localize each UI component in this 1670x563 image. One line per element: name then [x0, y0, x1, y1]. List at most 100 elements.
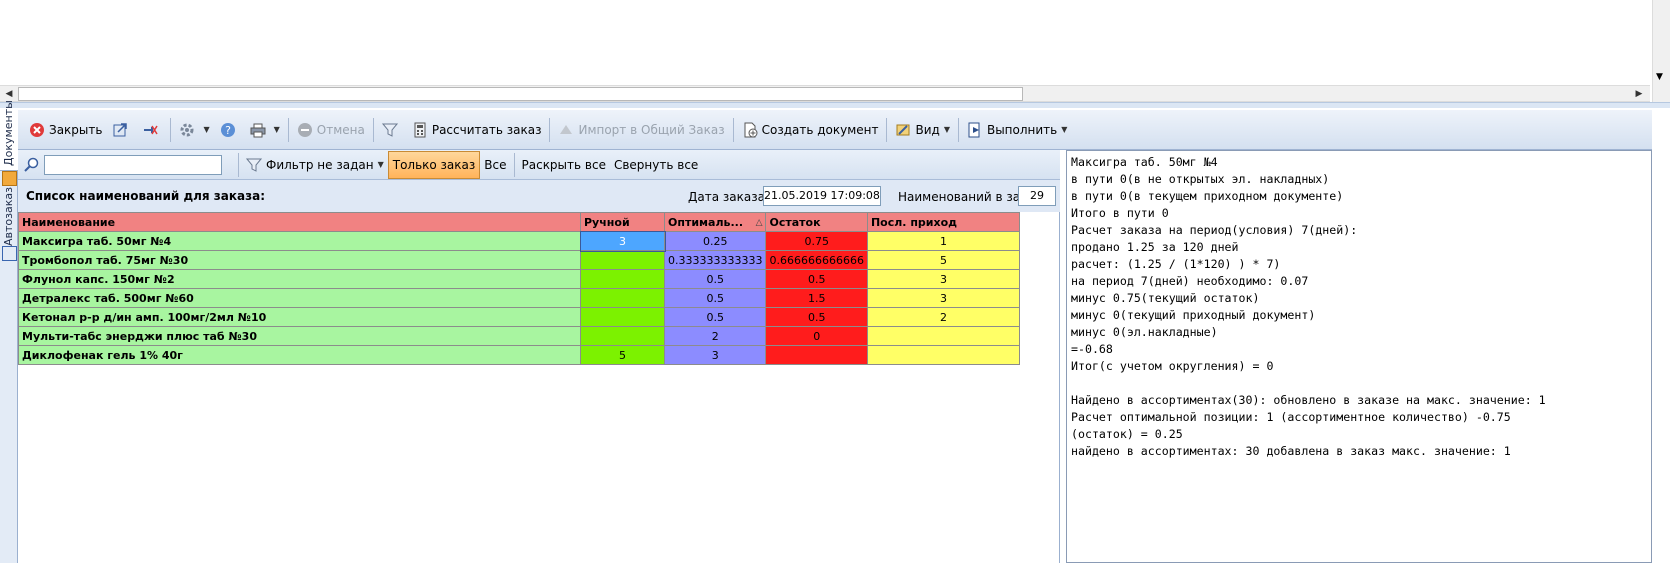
calculation-log-pane[interactable]: Максигра таб. 50мг №4 в пути 0(в не откр… — [1066, 150, 1652, 563]
scroll-down-icon[interactable]: ▼ — [1656, 72, 1663, 82]
order-table: Наименование Ручной Оптималь... △ Остаток… — [18, 212, 1020, 365]
cell-rest[interactable]: 1.5 — [765, 288, 868, 308]
log-line: Итого в пути 0 — [1071, 206, 1169, 220]
cell-manual[interactable]: 5 — [580, 345, 665, 365]
view-menu-button[interactable]: Вид ▼ — [890, 117, 954, 143]
cell-optimal[interactable]: 2 — [663, 326, 767, 346]
cell-manual[interactable] — [580, 250, 665, 270]
scroll-left-icon[interactable]: ◀ — [2, 88, 16, 100]
help-button[interactable]: ? — [215, 117, 245, 143]
filter-toggle-button[interactable] — [377, 117, 407, 143]
cell-rest[interactable]: 0 — [765, 326, 868, 346]
column-header-name[interactable]: Наименование — [18, 212, 581, 232]
cell-rest[interactable] — [765, 345, 868, 365]
table-row[interactable]: Диклофенак гель 1% 40г 5 3 — [18, 345, 1020, 365]
table-row[interactable]: Мульти-табс энерджи плюс таб №30 2 0 — [18, 326, 1020, 346]
svg-text:?: ? — [225, 124, 231, 137]
cell-last-arrival[interactable]: 5 — [866, 250, 1020, 270]
cell-last-arrival[interactable] — [866, 326, 1020, 346]
column-header-rest[interactable]: Остаток — [765, 212, 868, 232]
table-row[interactable]: Максигра таб. 50мг №4 3 0.25 0.75 1 — [18, 230, 1020, 252]
calculator-icon — [412, 122, 428, 138]
panel-splitter[interactable] — [0, 102, 1670, 108]
column-header-last-arrival[interactable]: Посл. приход — [866, 212, 1020, 232]
log-line: минус 0(текущий приходный документ) — [1071, 308, 1316, 322]
scrollbar-thumb[interactable] — [18, 87, 1023, 101]
unpin-button[interactable] — [137, 117, 167, 143]
items-count-field[interactable]: 29 — [1018, 186, 1056, 206]
cell-optimal[interactable]: 3 — [663, 345, 767, 365]
cell-manual[interactable] — [580, 269, 665, 289]
table-row[interactable]: Тромбопол таб. 75мг №30 0.333333333333 0… — [18, 250, 1020, 270]
top-vertical-scrollbar[interactable]: ▼ — [1652, 0, 1670, 102]
filter-bar: Фильтр не задан ▼ Только заказ Все Раскр… — [18, 150, 1060, 180]
side-tab-strip: Документы Автозаказ — [0, 100, 18, 563]
cell-manual[interactable] — [580, 326, 665, 346]
cell-optimal[interactable]: 0.5 — [663, 269, 767, 289]
cell-rest[interactable]: 0.5 — [765, 307, 868, 327]
collapse-all-button[interactable]: Свернуть все — [610, 151, 702, 179]
execute-menu-button[interactable]: Выполнить ▼ — [962, 117, 1072, 143]
search-icon — [24, 157, 40, 173]
toolbar-separator — [732, 117, 734, 142]
log-line: Расчет заказа на период(условия) 7(дней)… — [1071, 223, 1358, 237]
cell-optimal[interactable]: 0.5 — [663, 288, 767, 308]
settings-menu-button[interactable]: ▼ — [174, 117, 214, 143]
column-header-manual[interactable]: Ручной — [580, 212, 665, 232]
table-row[interactable]: Флунол капс. 150мг №2 0.5 0.5 3 — [18, 269, 1020, 289]
cell-rest[interactable]: 0.5 — [765, 269, 868, 289]
cell-optimal[interactable]: 0.25 — [663, 231, 767, 251]
toolbar-separator — [170, 117, 172, 142]
close-button[interactable]: Закрыть — [24, 117, 107, 143]
cell-name[interactable]: Детралекс таб. 500мг №60 — [18, 288, 581, 308]
calculate-order-button[interactable]: Рассчитать заказ — [407, 117, 547, 143]
cell-optimal[interactable]: 0.333333333333 — [663, 250, 767, 270]
cell-optimal[interactable]: 0.5 — [663, 307, 767, 327]
cell-last-arrival[interactable] — [866, 345, 1020, 365]
cell-last-arrival[interactable]: 3 — [866, 269, 1020, 289]
cell-rest[interactable]: 0.75 — [765, 231, 868, 251]
cell-last-arrival[interactable]: 1 — [866, 231, 1020, 251]
import-to-common-order-button[interactable]: Импорт в Общий Заказ — [553, 117, 729, 143]
cell-name[interactable]: Кетонал р-р д/ин амп. 100мг/2мл №10 — [18, 307, 581, 327]
toolbar-separator — [886, 117, 888, 142]
right-margin — [1652, 110, 1670, 563]
order-date-field[interactable]: 21.05.2019 17:09:08 — [763, 186, 881, 206]
table-header-row: Наименование Ручной Оптималь... △ Остаток… — [18, 212, 1020, 232]
cell-name[interactable]: Флунол капс. 150мг №2 — [18, 269, 581, 289]
cell-last-arrival[interactable]: 3 — [866, 288, 1020, 308]
cell-name[interactable]: Диклофенак гель 1% 40г — [18, 345, 581, 365]
side-tab-autoorder[interactable]: Автозаказ — [0, 187, 18, 261]
print-menu-button[interactable]: ▼ — [245, 117, 285, 143]
cell-manual[interactable] — [580, 288, 665, 308]
table-row[interactable]: Детралекс таб. 500мг №60 0.5 1.5 3 — [18, 288, 1020, 308]
filter-dropdown[interactable]: Фильтр не задан ▼ — [242, 151, 388, 179]
cell-manual[interactable]: 3 — [579, 230, 666, 252]
log-line: продано 1.25 за 120 дней — [1071, 240, 1239, 254]
cancel-button[interactable]: Отмена — [292, 117, 370, 143]
open-external-button[interactable] — [107, 117, 137, 143]
table-row[interactable]: Кетонал р-р д/ин амп. 100мг/2мл №10 0.5 … — [18, 307, 1020, 327]
search-input[interactable] — [44, 154, 222, 175]
cell-name[interactable]: Максигра таб. 50мг №4 — [18, 231, 581, 251]
top-horizontal-scrollbar[interactable]: ◀ ▶ — [0, 85, 1650, 102]
scroll-right-icon[interactable]: ▶ — [1632, 88, 1646, 100]
only-order-toggle[interactable]: Только заказ — [387, 150, 481, 179]
all-toggle[interactable]: Все — [480, 151, 510, 179]
toolbar-separator — [957, 117, 959, 142]
cell-rest[interactable]: 0.666666666666 — [765, 250, 868, 270]
cell-name[interactable]: Тромбопол таб. 75мг №30 — [18, 250, 581, 270]
cell-manual[interactable] — [580, 307, 665, 327]
close-icon — [29, 122, 45, 138]
log-line: (остаток) = 0.25 — [1071, 427, 1183, 441]
log-line: на период 7(дней) необходимо: 0.07 — [1071, 274, 1309, 288]
side-tab-documents[interactable]: Документы — [0, 100, 18, 171]
column-header-optimal[interactable]: Оптималь... △ — [663, 212, 767, 232]
cell-name[interactable]: Мульти-табс энерджи плюс таб №30 — [18, 326, 581, 346]
log-line: Максигра таб. 50мг №4 — [1071, 155, 1218, 169]
cell-last-arrival[interactable]: 2 — [866, 307, 1020, 327]
create-document-button[interactable]: Создать документ — [737, 117, 884, 143]
expand-all-button[interactable]: Раскрыть все — [518, 151, 610, 179]
import-icon — [558, 122, 574, 138]
